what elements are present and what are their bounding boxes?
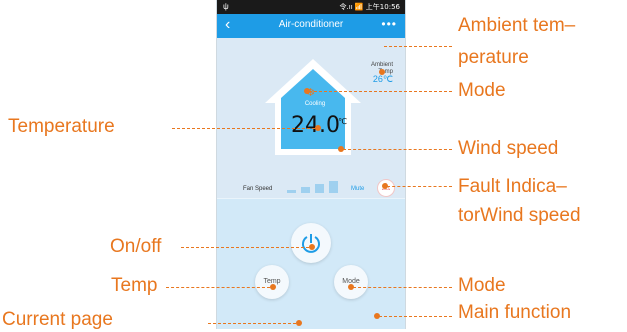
power-button[interactable]: [291, 223, 331, 263]
fan-bar-3: [315, 184, 324, 193]
status-right: 令.ıı 📶 上午10:56: [339, 3, 400, 11]
leader-mode-top: [309, 91, 452, 92]
callout-wind-speed: Wind speed: [458, 138, 559, 159]
marker-power: [309, 244, 315, 250]
ambient-value: 26℃: [372, 74, 393, 85]
temperature-unit: ℃: [338, 117, 347, 126]
marker-ambient: [379, 69, 385, 75]
fan-speed-label: Fan Speed: [243, 186, 273, 192]
leader-wind: [343, 149, 452, 150]
temp-button[interactable]: Temp: [255, 265, 289, 299]
mode-button[interactable]: Mode: [334, 265, 368, 299]
main-function-panel: Temp Mode: [217, 199, 405, 329]
mute-label[interactable]: Mute: [351, 186, 364, 192]
signal-indicator: ψ: [223, 2, 229, 11]
power-icon: [302, 234, 320, 253]
fan-bar-4: [329, 181, 338, 193]
phone-screen: ψ 令.ıı 📶 上午10:56 ‹ Air-conditioner ••• A…: [216, 0, 406, 329]
callout-temperature: Temperature: [8, 116, 115, 137]
leader-onoff: [181, 247, 309, 248]
leader-mode-bottom: [353, 287, 452, 288]
more-icon[interactable]: •••: [381, 17, 397, 31]
fan-bar-2: [301, 187, 310, 193]
leader-temperature: [172, 128, 315, 129]
mode-label: Cooling: [304, 101, 326, 107]
callout-mode-bottom: Mode: [458, 275, 506, 296]
house-display: [265, 59, 361, 155]
leader-main: [379, 316, 452, 317]
callout-fault-indicator: Fault Indica–torWind speed: [458, 176, 581, 226]
callout-main-function: Main function: [458, 302, 572, 323]
marker-page: [296, 320, 302, 326]
marker-temp: [270, 284, 276, 290]
ambient-temperature: Ambient Temp 26℃: [363, 62, 393, 85]
marker-temperature: [315, 125, 321, 131]
app-bar: ‹ Air-conditioner •••: [217, 14, 405, 38]
leader-temp: [166, 287, 270, 288]
callout-ambient-temperature: Ambient tem–perature: [458, 15, 576, 68]
status-bar: ψ 令.ıı 📶 上午10:56: [217, 0, 405, 14]
leader-fault: [387, 186, 452, 187]
callout-mode-top: Mode: [458, 80, 506, 101]
callout-temp: Temp: [111, 275, 158, 296]
leader-ambient: [384, 46, 452, 47]
leader-page: [208, 323, 296, 324]
fan-speed-row: Fan Speed Mute ⚠: [217, 175, 405, 199]
app-title: Air-conditioner: [278, 19, 344, 30]
callout-current-page: Current page: [2, 309, 113, 330]
callout-on-off: On/off: [110, 236, 162, 257]
fan-bar-1: [287, 190, 296, 193]
